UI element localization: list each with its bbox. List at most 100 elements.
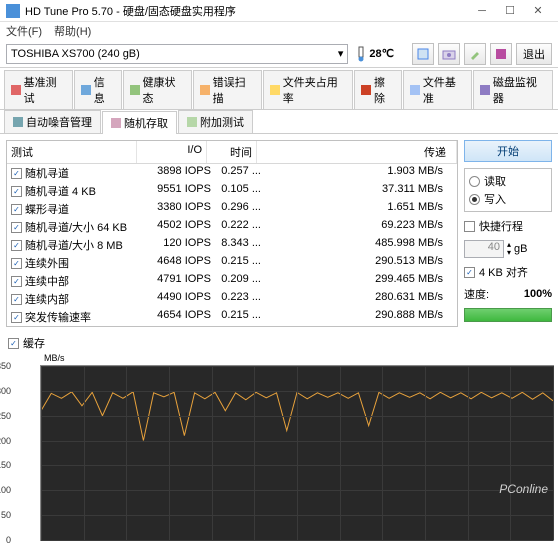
maximize-button[interactable]: ☐	[496, 2, 524, 20]
io-value: 3380 IOPS	[141, 201, 211, 217]
time-value: 0.296 ...	[211, 201, 261, 217]
checkbox-icon[interactable]	[11, 276, 22, 287]
table-row[interactable]: 随机寻道 4 KB9551 IOPS0.105 ...37.311 MB/s	[7, 182, 457, 200]
watermark: PConline	[499, 482, 548, 496]
tab-label: 信息	[94, 74, 115, 106]
test-name: 突发传输速率	[25, 309, 91, 325]
test-name: 随机寻道/大小 8 MB	[25, 237, 123, 253]
spinner-icon[interactable]: ▴▾	[507, 241, 511, 257]
checkbox-icon[interactable]	[11, 186, 22, 197]
toolbar: TOSHIBA XS700 (240 gB) ▾ 28℃ 退出	[0, 40, 558, 68]
size-input: 40	[464, 240, 504, 258]
io-value: 4791 IOPS	[141, 273, 211, 289]
checkbox-icon[interactable]	[11, 258, 22, 269]
test-name: 蝶形寻道	[25, 201, 69, 217]
io-value: 120 IOPS	[141, 237, 211, 253]
col-time[interactable]: 时间	[207, 141, 257, 163]
drive-select[interactable]: TOSHIBA XS700 (240 gB) ▾	[6, 44, 348, 64]
checkbox-icon	[8, 338, 19, 349]
tab-icon	[111, 118, 121, 128]
screenshot-button[interactable]	[438, 43, 460, 65]
align-label: 4 KB 对齐	[479, 264, 528, 280]
speed-label: 速度:	[464, 286, 489, 302]
table-row[interactable]: 蝶形寻道3380 IOPS0.296 ...1.651 MB/s	[7, 200, 457, 218]
table-row[interactable]: 连续内部4490 IOPS0.223 ...280.631 MB/s	[7, 290, 457, 308]
fast-label: 快捷行程	[479, 218, 523, 234]
write-radio-row[interactable]: 写入	[469, 191, 547, 207]
menu-file[interactable]: 文件(F)	[6, 23, 42, 39]
tab-3[interactable]: 错误扫描	[193, 70, 262, 109]
time-value: 0.105 ...	[211, 183, 261, 199]
minimize-button[interactable]: ─	[468, 2, 496, 20]
cache-checkbox-row[interactable]: 缓存	[0, 333, 558, 353]
time-value: 8.343 ...	[211, 237, 261, 253]
tab-5[interactable]: 擦除	[354, 70, 402, 109]
tab-1[interactable]: 信息	[74, 70, 122, 109]
table-row[interactable]: 随机寻道/大小 8 MB120 IOPS8.343 ...485.998 MB/…	[7, 236, 457, 254]
write-label: 写入	[484, 191, 506, 207]
tab-icon	[480, 85, 490, 95]
time-value: 0.223 ...	[211, 291, 261, 307]
tab-4[interactable]: 文件夹占用率	[263, 70, 353, 109]
col-test[interactable]: 测试	[7, 141, 137, 163]
subtab-2[interactable]: 附加测试	[178, 110, 253, 133]
camera-icon	[442, 47, 456, 61]
io-value: 4648 IOPS	[141, 255, 211, 271]
col-io[interactable]: I/O	[137, 141, 207, 163]
exit-button[interactable]: 退出	[516, 43, 552, 65]
col-transfer[interactable]: 传递	[257, 141, 457, 163]
window-title: HD Tune Pro 5.70 - 硬盘/固态硬盘实用程序	[25, 3, 468, 19]
io-value: 4502 IOPS	[141, 219, 211, 235]
window-buttons: ─ ☐ ✕	[468, 2, 552, 20]
checkbox-icon[interactable]	[11, 204, 22, 215]
transfer-value: 290.888 MB/s	[261, 309, 453, 325]
main-tabs: 基准测试信息健康状态错误扫描文件夹占用率擦除文件基准磁盘监视器	[0, 68, 558, 110]
read-radio-row[interactable]: 读取	[469, 173, 547, 189]
grid-header: 测试 I/O 时间 传递	[7, 141, 457, 164]
test-name: 随机寻道/大小 64 KB	[25, 219, 127, 235]
start-button[interactable]: 开始	[464, 140, 552, 162]
results-panel: 测试 I/O 时间 传递 随机寻道3898 IOPS0.257 ...1.903…	[6, 140, 458, 327]
transfer-value: 299.465 MB/s	[261, 273, 453, 289]
table-row[interactable]: 随机寻道/大小 64 KB4502 IOPS0.222 ...69.223 MB…	[7, 218, 457, 236]
tab-2[interactable]: 健康状态	[123, 70, 192, 109]
table-row[interactable]: 连续外围4648 IOPS0.215 ...290.513 MB/s	[7, 254, 457, 272]
test-name: 连续内部	[25, 291, 69, 307]
transfer-value: 69.223 MB/s	[261, 219, 453, 235]
subtab-label: 自动噪音管理	[26, 114, 92, 130]
checkbox-icon[interactable]	[11, 312, 22, 323]
tab-icon	[410, 85, 420, 95]
subtab-1[interactable]: 随机存取	[102, 111, 177, 134]
tab-label: 文件夹占用率	[283, 74, 347, 106]
subtab-0[interactable]: 自动噪音管理	[4, 110, 101, 133]
align-checkbox-row[interactable]: 4 KB 对齐	[464, 264, 552, 280]
checkbox-icon	[464, 221, 475, 232]
checkbox-icon	[464, 267, 475, 278]
checkbox-icon[interactable]	[11, 222, 22, 233]
tab-icon	[130, 85, 140, 95]
options-button[interactable]	[464, 43, 486, 65]
save-button[interactable]	[490, 43, 512, 65]
tab-7[interactable]: 磁盘监视器	[473, 70, 553, 109]
checkbox-icon[interactable]	[11, 294, 22, 305]
chart-grid	[41, 366, 553, 540]
table-row[interactable]: 连续中部4791 IOPS0.209 ...299.465 MB/s	[7, 272, 457, 290]
table-row[interactable]: 随机寻道3898 IOPS0.257 ...1.903 MB/s	[7, 164, 457, 182]
io-value: 4490 IOPS	[141, 291, 211, 307]
table-row[interactable]: 突发传输速率4654 IOPS0.215 ...290.888 MB/s	[7, 308, 457, 326]
transfer-value: 290.513 MB/s	[261, 255, 453, 271]
tab-icon	[361, 85, 371, 95]
checkbox-icon[interactable]	[11, 168, 22, 179]
speed-value: 100%	[524, 288, 552, 300]
transfer-value: 1.903 MB/s	[261, 165, 453, 181]
tab-6[interactable]: 文件基准	[403, 70, 472, 109]
menu-help[interactable]: 帮助(H)	[54, 23, 91, 39]
sub-tabs: 自动噪音管理随机存取附加测试	[0, 110, 558, 134]
tab-0[interactable]: 基准测试	[4, 70, 73, 109]
checkbox-icon[interactable]	[11, 240, 22, 251]
side-panel: 开始 读取 写入 快捷行程 40 ▴▾ gB 4 KB 对齐 速度: 100%	[464, 140, 552, 327]
menu-bar: 文件(F) 帮助(H)	[0, 22, 558, 40]
copy-info-button[interactable]	[412, 43, 434, 65]
close-button[interactable]: ✕	[524, 2, 552, 20]
fast-checkbox-row[interactable]: 快捷行程	[464, 218, 552, 234]
